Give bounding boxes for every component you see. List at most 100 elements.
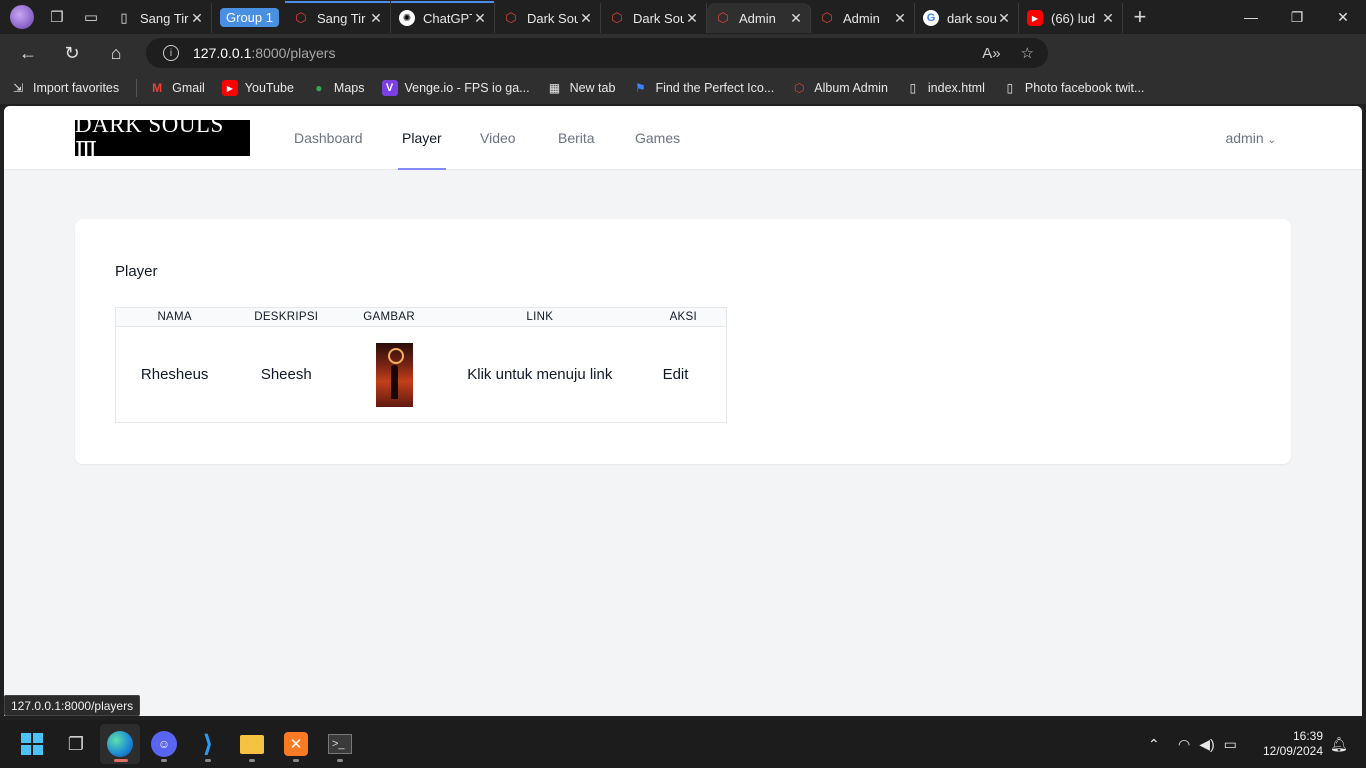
laravel-icon: ⬡ — [611, 10, 623, 25]
close-tab-icon[interactable]: ✕ — [578, 10, 594, 27]
profile-avatar[interactable] — [10, 5, 34, 29]
favorite-find-icon[interactable]: ⚑ Find the Perfect Ico... — [632, 80, 774, 96]
edge-icon — [107, 731, 133, 757]
tab-dark-souls-2[interactable]: ⬡ Dark Sou ✕ — [601, 3, 707, 33]
tab-google-search[interactable]: G dark sou ✕ — [915, 3, 1019, 33]
notifications-icon[interactable]: 🔔︎ — [1330, 720, 1348, 768]
user-dropdown[interactable]: admin ⌄ — [1225, 106, 1276, 170]
system-clock[interactable]: 16:39 12/09/2024 — [1263, 729, 1323, 759]
chevron-down-icon: ⌄ — [1267, 135, 1276, 146]
favorite-index-html[interactable]: ▯ index.html — [905, 80, 985, 96]
tab-group-chip[interactable]: Group 1 — [220, 7, 279, 27]
task-view-icon[interactable]: ❐ — [56, 724, 96, 764]
edit-link[interactable]: Edit — [663, 366, 689, 383]
discord-icon: ☺ — [151, 731, 177, 757]
workspaces-icon[interactable]: ❒ — [40, 0, 74, 34]
player-thumbnail — [375, 342, 413, 407]
home-icon[interactable]: ⌂ — [94, 34, 138, 72]
clock-time: 16:39 — [1292, 729, 1323, 743]
taskbar-file-explorer[interactable] — [232, 724, 272, 764]
folder-icon — [240, 734, 264, 754]
url-input[interactable]: i 127.0.0.1:8000/players A» ☆ — [146, 38, 1048, 68]
nav-video[interactable]: Video — [480, 106, 516, 170]
file-icon: ▯ — [909, 81, 917, 95]
cell-aksi: Edit — [641, 327, 727, 423]
laravel-icon: ⬡ — [295, 10, 307, 25]
close-tab-icon[interactable]: ✕ — [368, 10, 384, 27]
col-aksi: AKSI — [640, 307, 727, 327]
site-info-icon[interactable]: i — [163, 45, 179, 61]
chatgpt-icon: ✺ — [398, 10, 415, 26]
restore-icon[interactable]: ❐ — [1274, 0, 1320, 34]
back-icon[interactable]: ← — [6, 34, 50, 72]
venge-icon: V — [381, 80, 398, 96]
close-tab-icon[interactable]: ✕ — [1100, 10, 1116, 27]
col-link: LINK — [439, 307, 641, 327]
refresh-icon[interactable]: ↻ — [50, 34, 94, 72]
table-header-row: NAMA DESKRIPSI GAMBAR LINK AKSI — [115, 307, 727, 327]
taskbar-edge[interactable] — [100, 724, 140, 764]
taskbar-discord[interactable]: ☺ — [144, 724, 184, 764]
laravel-icon: ⬡ — [717, 10, 729, 25]
tab-admin[interactable]: ⬡ Admin ✕ — [811, 3, 915, 33]
favorite-album-admin[interactable]: ⬡ Album Admin — [791, 80, 888, 96]
close-tab-icon[interactable]: ✕ — [996, 10, 1012, 27]
close-tab-icon[interactable]: ✕ — [189, 10, 205, 27]
file-icon: ▯ — [1006, 81, 1014, 95]
close-tab-icon[interactable]: ✕ — [472, 10, 488, 27]
start-button[interactable] — [12, 724, 52, 764]
nav-player[interactable]: Player — [398, 106, 446, 170]
tab-chatgpt[interactable]: ✺ ChatGPT ✕ — [390, 1, 495, 33]
favorite-photo-facebook[interactable]: ▯ Photo facebook twit... — [1002, 80, 1145, 96]
tab-sang-tir-2[interactable]: ⬡ Sang Tir ✕ — [284, 1, 391, 33]
tab-actions-icon[interactable]: ▭ — [74, 0, 108, 34]
taskbar-vscode[interactable]: ⟩ — [188, 724, 228, 764]
quick-settings[interactable]: ◠ ◀) ▭ — [1178, 720, 1237, 768]
taskbar-terminal[interactable]: >_ — [320, 724, 360, 764]
close-window-icon[interactable]: ✕ — [1320, 0, 1366, 34]
close-tab-icon[interactable]: ✕ — [684, 10, 700, 27]
favorite-new-tab[interactable]: ▦ New tab — [547, 80, 616, 96]
tab-dark-souls-1[interactable]: ⬡ Dark Sou ✕ — [495, 3, 601, 33]
tab-youtube[interactable]: ▶ (66) lud ✕ — [1019, 3, 1123, 33]
taskbar-xampp[interactable]: ✕ — [276, 724, 316, 764]
tab-sang-tir-1[interactable]: ▯ Sang Tir ✕ — [108, 3, 212, 33]
cell-gambar — [339, 327, 439, 423]
youtube-icon: ▶ — [1026, 10, 1043, 26]
read-aloud-icon[interactable]: A» — [982, 45, 1000, 62]
nav-berita[interactable]: Berita — [558, 106, 595, 170]
page-icon: ▯ — [120, 10, 128, 25]
card-title: Player — [115, 263, 158, 280]
vscode-icon: ⟩ — [202, 730, 214, 758]
nav-dashboard[interactable]: Dashboard — [294, 106, 363, 170]
players-table: NAMA DESKRIPSI GAMBAR LINK AKSI Rhesheus… — [115, 307, 727, 423]
laravel-icon: ⬡ — [821, 10, 833, 25]
favorite-venge[interactable]: V Venge.io - FPS io ga... — [381, 80, 530, 96]
table-row: Rhesheus Sheesh Klik untuk menuju link E… — [116, 327, 727, 423]
nav-games[interactable]: Games — [635, 106, 680, 170]
favorite-maps[interactable]: ● Maps — [311, 80, 364, 96]
new-tab-icon[interactable]: + — [1123, 0, 1157, 34]
dark-souls-logo[interactable]: DARK SOULS Ⅲ — [75, 112, 250, 163]
player-link[interactable]: Klik untuk menuju link — [467, 366, 612, 383]
import-icon: ⇲ — [12, 81, 24, 95]
favorite-youtube[interactable]: ▶ YouTube — [221, 80, 294, 96]
close-tab-icon[interactable]: ✕ — [892, 10, 908, 27]
favorites-bar: ⇲ Import favorites M Gmail ▶ YouTube ● M… — [0, 72, 1366, 104]
tab-admin-active[interactable]: ⬡ Admin ✕ — [706, 3, 811, 33]
tab-bar: ❒ ▭ ▯ Sang Tir ✕ Group 1 ⬡ Sang Tir ✕ ✺ … — [0, 0, 1366, 34]
favorite-gmail[interactable]: M Gmail — [149, 80, 205, 96]
close-tab-icon[interactable]: ✕ — [788, 10, 804, 27]
page-viewport: DARK SOULS Ⅲ Dashboard Player Video Beri… — [4, 106, 1362, 716]
flag-icon: ⚑ — [635, 81, 646, 95]
new-tab-page-icon: ▦ — [548, 81, 561, 95]
address-bar-row: ← ↻ ⌂ i 127.0.0.1:8000/players A» ☆ ⧉ ◫ … — [0, 34, 1366, 99]
favorite-star-icon[interactable]: ☆ — [1021, 44, 1034, 62]
site-navbar: DARK SOULS Ⅲ Dashboard Player Video Beri… — [4, 106, 1362, 170]
minimize-icon[interactable]: — — [1228, 0, 1274, 34]
favorite-import[interactable]: ⇲ Import favorites — [10, 80, 119, 96]
show-hidden-icons[interactable]: ⌃ — [1148, 720, 1160, 768]
cell-deskripsi: Sheesh — [260, 366, 312, 383]
clock-date: 12/09/2024 — [1262, 744, 1323, 758]
player-card: Player NAMA DESKRIPSI GAMBAR LINK AKSI R… — [75, 219, 1291, 464]
